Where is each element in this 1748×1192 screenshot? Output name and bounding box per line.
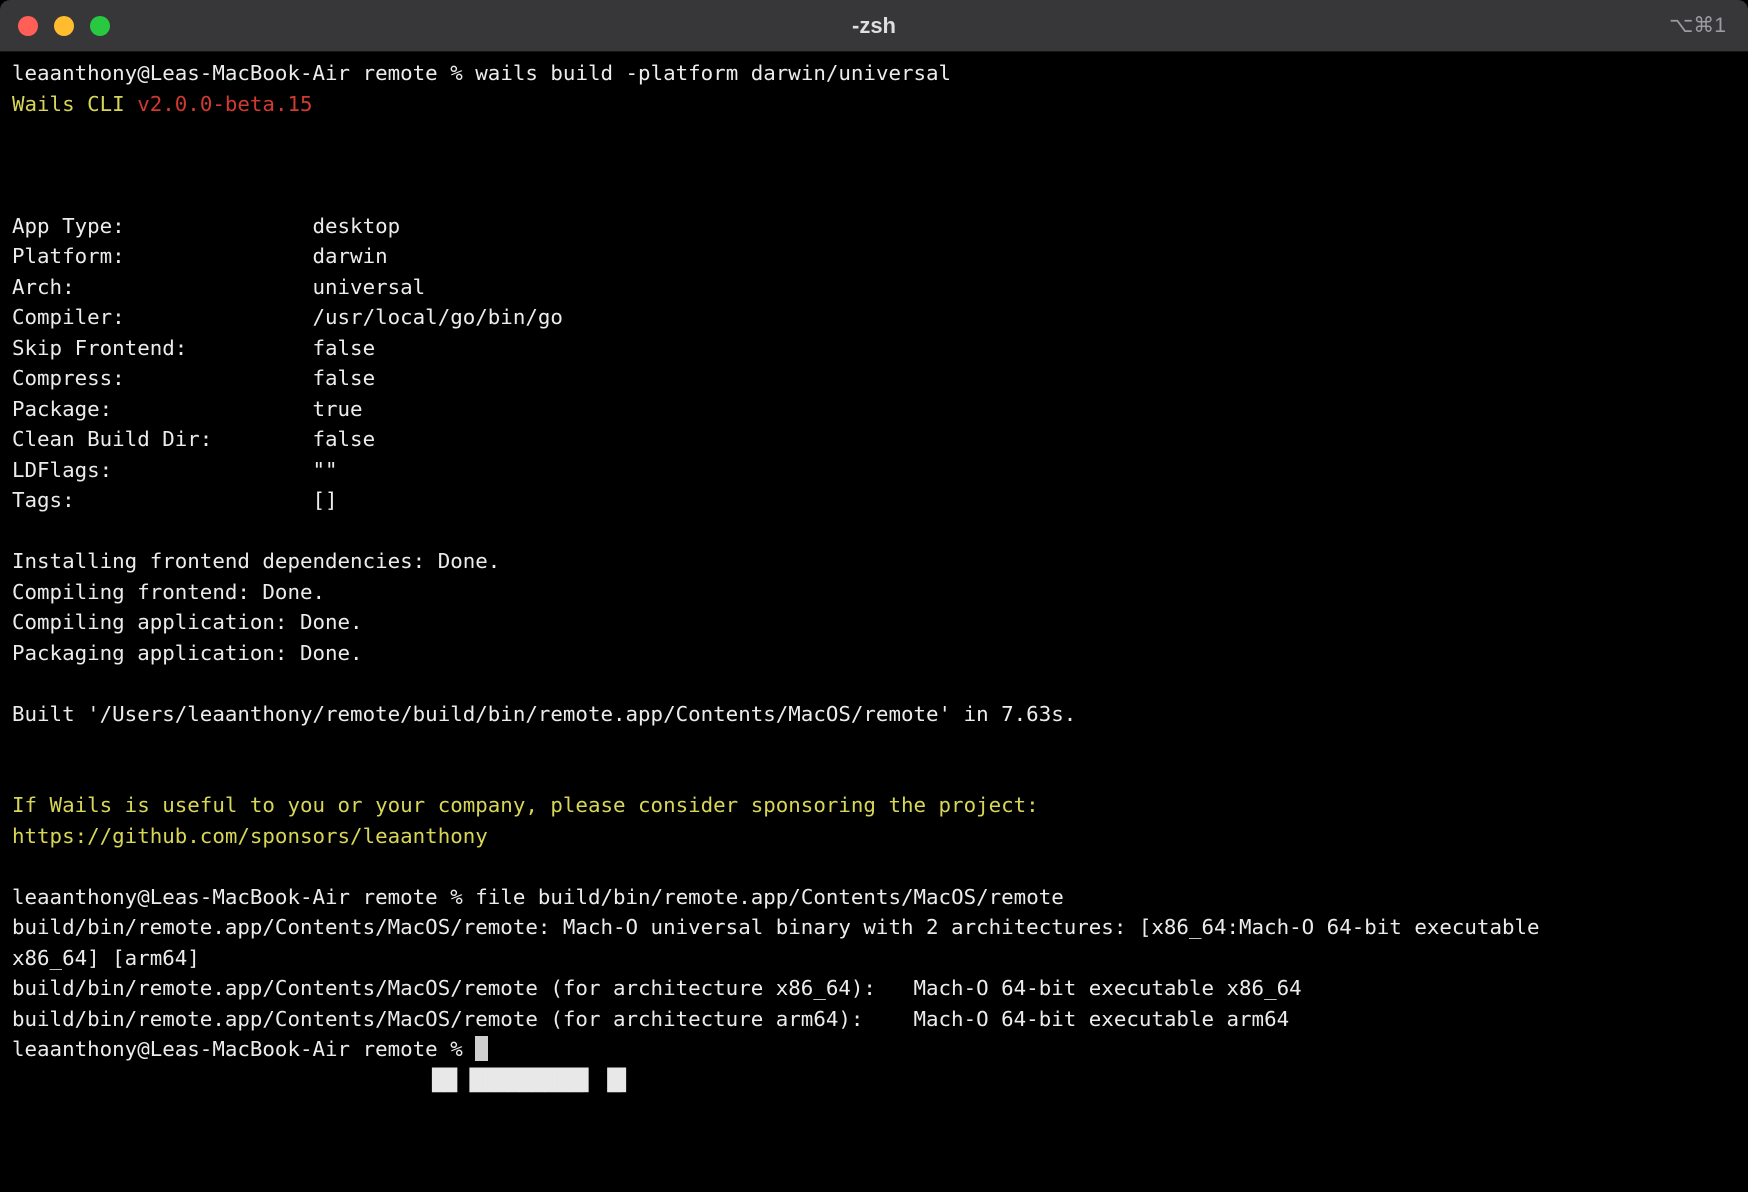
build-info-value: false: [312, 366, 375, 390]
build-info-label: LDFlags:: [12, 455, 312, 486]
file-output-line: build/bin/remote.app/Contents/MacOS/remo…: [12, 912, 1736, 943]
blank-line: [12, 180, 1736, 211]
blank-line: [12, 851, 1736, 882]
build-info-row: Arch:universal: [12, 272, 1736, 303]
build-info-label: Skip Frontend:: [12, 333, 312, 364]
build-info-value: desktop: [312, 214, 400, 238]
terminal-cursor: [475, 1036, 488, 1061]
blank-line: [12, 150, 1736, 181]
terminal-window: -zsh ⌥⌘1 leaanthony@Leas-MacBook-Air rem…: [0, 0, 1748, 1192]
built-result-line: Built '/Users/leaanthony/remote/build/bi…: [12, 699, 1736, 730]
build-info-value: universal: [312, 275, 425, 299]
sponsor-message: If Wails is useful to you or your compan…: [12, 790, 1736, 821]
build-info-label: Arch:: [12, 272, 312, 303]
build-info-value: /usr/local/go/bin/go: [312, 305, 562, 329]
blank-line: [12, 668, 1736, 699]
window-shortcut-hint: ⌥⌘1: [1669, 13, 1726, 38]
build-info-label: App Type:: [12, 211, 312, 242]
progress-line: Packaging application: Done.: [12, 638, 1736, 669]
clipped-artifact: ██ █████████▌ █▌: [12, 1065, 1736, 1096]
blank-line: [12, 119, 1736, 150]
build-info-value: "": [312, 458, 337, 482]
file-output-line: x86_64] [arm64]: [12, 943, 1736, 974]
file-output-line: build/bin/remote.app/Contents/MacOS/remo…: [12, 973, 1736, 1004]
shell-prompt: leaanthony@Leas-MacBook-Air remote %: [12, 885, 475, 909]
zoom-button[interactable]: [90, 16, 110, 36]
blank-line: [12, 729, 1736, 760]
build-info-label: Tags:: [12, 485, 312, 516]
sponsor-link[interactable]: https://github.com/sponsors/leaanthony: [12, 821, 1736, 852]
build-info-label: Platform:: [12, 241, 312, 272]
shell-prompt: leaanthony@Leas-MacBook-Air remote %: [12, 1037, 475, 1061]
file-output-line: build/bin/remote.app/Contents/MacOS/remo…: [12, 1004, 1736, 1035]
build-info-row: Tags:[]: [12, 485, 1736, 516]
build-info-value: false: [312, 336, 375, 360]
build-info-row: Compiler:/usr/local/go/bin/go: [12, 302, 1736, 333]
build-info-row: Clean Build Dir:false: [12, 424, 1736, 455]
build-info-value: false: [312, 427, 375, 451]
progress-line: Compiling application: Done.: [12, 607, 1736, 638]
build-info-row: Compress:false: [12, 363, 1736, 394]
build-info-label: Compiler:: [12, 302, 312, 333]
build-info-label: Package:: [12, 394, 312, 425]
build-info-row: LDFlags:"": [12, 455, 1736, 486]
wails-cli-banner: Wails CLI v2.0.0-beta.15: [12, 89, 1736, 120]
blank-line: [12, 516, 1736, 547]
cli-name: Wails CLI: [12, 92, 137, 116]
minimize-button[interactable]: [54, 16, 74, 36]
command-text: wails build -platform darwin/universal: [475, 61, 951, 85]
build-info-row: Platform:darwin: [12, 241, 1736, 272]
build-info-value: []: [312, 488, 337, 512]
build-info-value: true: [312, 397, 362, 421]
progress-line: Installing frontend dependencies: Done.: [12, 546, 1736, 577]
build-info-row: Skip Frontend:false: [12, 333, 1736, 364]
build-info-label: Compress:: [12, 363, 312, 394]
window-titlebar[interactable]: -zsh ⌥⌘1: [0, 0, 1748, 52]
terminal-screen[interactable]: leaanthony@Leas-MacBook-Air remote % wai…: [0, 52, 1748, 1192]
window-title: -zsh: [0, 13, 1748, 39]
command-line-build: leaanthony@Leas-MacBook-Air remote % wai…: [12, 58, 1736, 89]
active-prompt-line: leaanthony@Leas-MacBook-Air remote %: [12, 1034, 1736, 1065]
blank-line: [12, 760, 1736, 791]
command-text: file build/bin/remote.app/Contents/MacOS…: [475, 885, 1063, 909]
traffic-lights: [0, 16, 110, 36]
cli-version: v2.0.0-beta.15: [137, 92, 312, 116]
build-info-row: Package:true: [12, 394, 1736, 425]
shell-prompt: leaanthony@Leas-MacBook-Air remote %: [12, 61, 475, 85]
command-line-file: leaanthony@Leas-MacBook-Air remote % fil…: [12, 882, 1736, 913]
close-button[interactable]: [18, 16, 38, 36]
build-info-label: Clean Build Dir:: [12, 424, 312, 455]
build-info-value: darwin: [312, 244, 387, 268]
progress-line: Compiling frontend: Done.: [12, 577, 1736, 608]
build-info-row: App Type:desktop: [12, 211, 1736, 242]
